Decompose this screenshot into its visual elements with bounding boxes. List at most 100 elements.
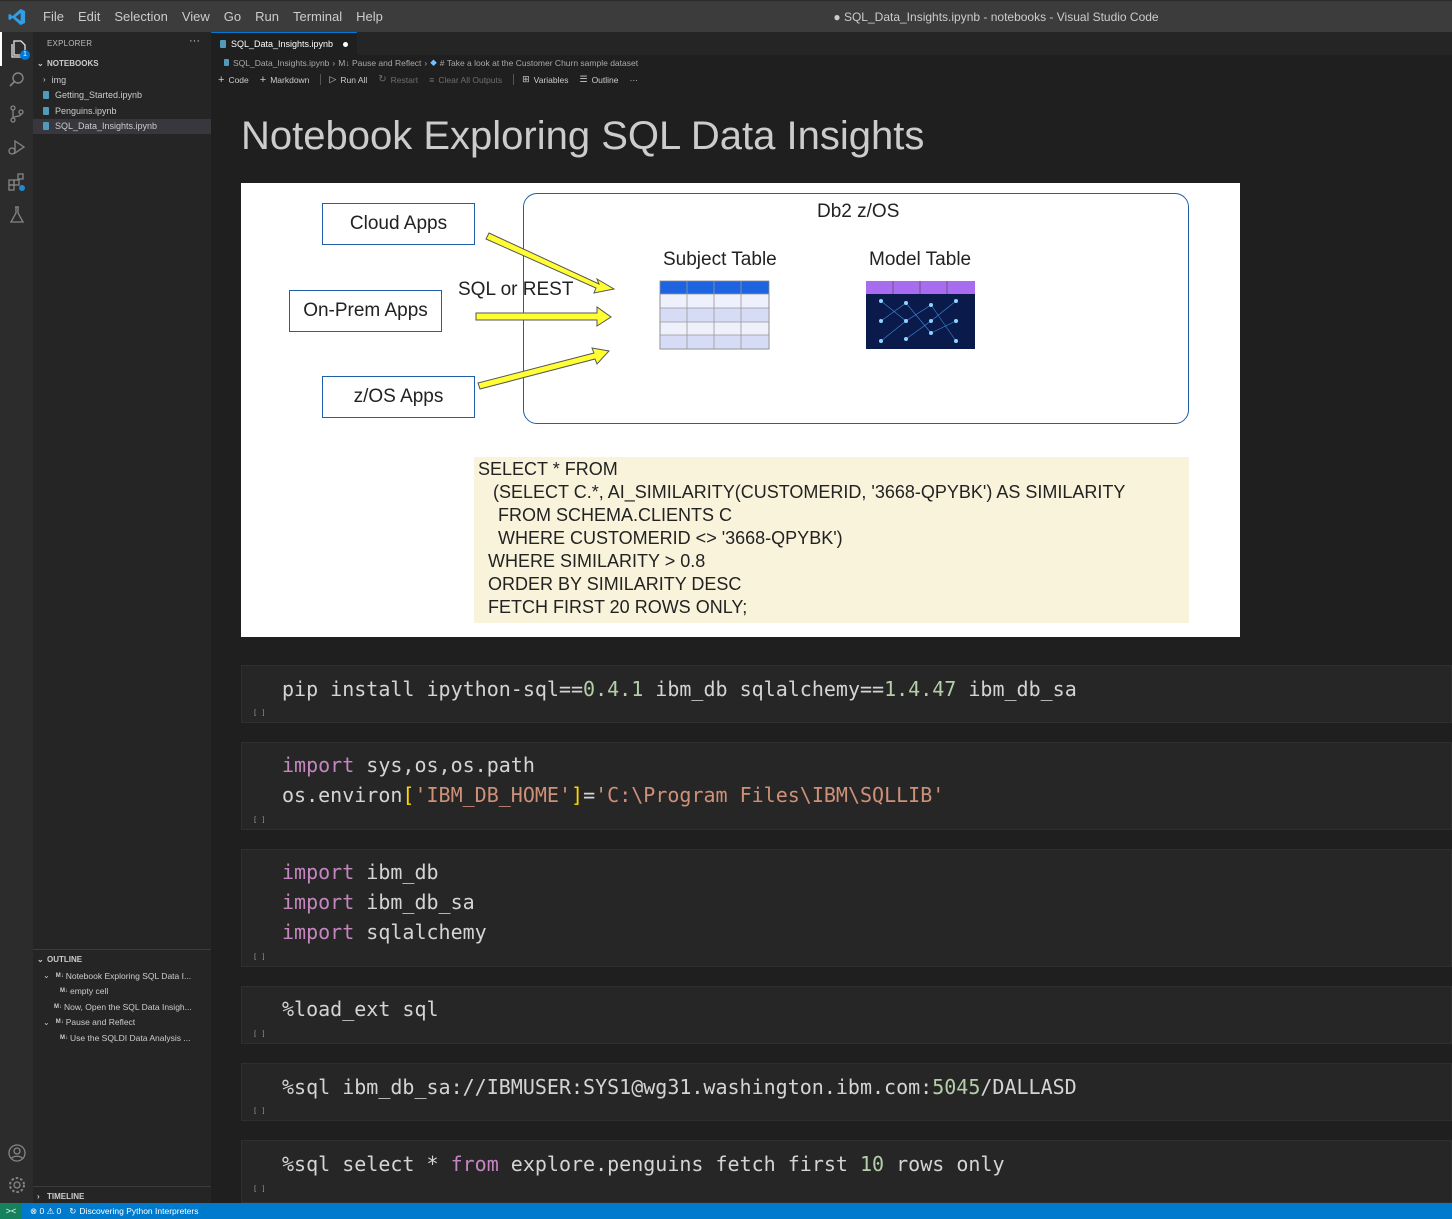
section-title: TIMELINE xyxy=(47,1191,85,1201)
clear-all-icon: ≡ xyxy=(429,74,435,85)
sql-line: SELECT * FROM xyxy=(478,459,618,479)
button-label: Restart xyxy=(390,74,419,85)
code-token: ibm_db sqlalchemy== xyxy=(643,677,885,701)
add-markdown-cell-button[interactable]: + Markdown xyxy=(260,74,310,86)
markdown-icon: M↓ xyxy=(60,1034,68,1041)
extensions-icon[interactable] xyxy=(0,165,33,199)
outline-section-header[interactable]: ⌄ OUTLINE xyxy=(33,950,211,968)
cell-source[interactable]: %sql select * from explore.penguins fetc… xyxy=(282,1149,1005,1179)
breadcrumb-item[interactable]: M↓ Pause and Reflect xyxy=(338,58,421,68)
cell-source[interactable]: import ibm_db import ibm_db_sa import sqla… xyxy=(282,857,487,947)
code-token: ibm_db_sa xyxy=(956,677,1077,701)
button-label: Variables xyxy=(533,74,569,85)
arrow-icon xyxy=(475,232,616,390)
outline-button[interactable]: ☰ Outline xyxy=(579,74,618,85)
notebook-toolbar: + Code + Markdown ▷ Run All ↻ Restart ≡ Clear… xyxy=(211,70,1452,89)
more-actions-icon[interactable]: ··· xyxy=(630,75,639,85)
sync-icon: ↻ xyxy=(69,1205,77,1216)
notebook-file-icon xyxy=(43,106,49,115)
outline-item-label: Use the SQLDI Data Analysis ... xyxy=(70,1032,191,1043)
markdown-icon: M↓ xyxy=(54,1003,62,1010)
code-token: pip install ipython-sql== xyxy=(282,677,584,701)
code-token: 5045 xyxy=(932,1075,981,1099)
cell-source[interactable]: %sql ibm_db_sa://IBMUSER:SYS1@wg31.washi… xyxy=(282,1072,1077,1102)
explorer-badge: 1 xyxy=(20,50,30,60)
chevron-right-icon: › xyxy=(37,1191,40,1201)
markdown-icon: M↓ xyxy=(60,988,68,995)
activity-bar: 1 xyxy=(0,32,33,1203)
run-debug-icon[interactable] xyxy=(0,130,33,164)
cell-source[interactable]: %load_ext sql xyxy=(282,994,439,1024)
code-line: %sql ibm_db_sa://IBMUSER:SYS1@wg31.washi… xyxy=(282,1072,1077,1102)
code-token: rows only xyxy=(884,1152,1005,1176)
outline-item[interactable]: ⌄ M↓ Pause and Reflect xyxy=(33,1015,211,1031)
code-line: os.environ['IBM_DB_HOME']='C:\Program Fi… xyxy=(282,780,944,810)
code-token: import xyxy=(282,920,355,944)
remote-indicator-icon[interactable]: >< xyxy=(0,1203,22,1219)
cell-source[interactable]: import sys,os,os.path os.environ['IBM_DB_… xyxy=(282,750,944,810)
button-label: Code xyxy=(228,74,249,85)
notebook-file-icon xyxy=(43,122,49,131)
code-cell[interactable]: pip install ipython-sql==0.4.1 ibm_db sq… xyxy=(241,665,1452,723)
code-token: import xyxy=(282,890,355,914)
architecture-diagram: Cloud Apps On-Prem Apps z/OS Apps Db2 z/… xyxy=(241,183,1240,637)
outline-item[interactable]: M↓ Use the SQLDI Data Analysis ... xyxy=(33,1030,211,1046)
tree-file-penguins[interactable]: Penguins.ipynb xyxy=(33,103,211,119)
outline-item[interactable]: ⌄ M↓ Notebook Exploring SQL Data I... xyxy=(33,968,211,984)
code-token: sqlalchemy xyxy=(354,920,487,944)
code-token: import xyxy=(282,860,355,884)
code-cell[interactable]: %sql select * from explore.penguins fetc… xyxy=(241,1140,1452,1203)
page-title: Notebook Exploring SQL Data Insights xyxy=(241,114,925,158)
code-cell[interactable]: %load_ext sql [ ] xyxy=(241,986,1452,1044)
outline-item-label: Now, Open the SQL Data Insigh... xyxy=(64,1001,192,1012)
run-all-button[interactable]: ▷ Run All xyxy=(329,74,367,85)
code-token: %load_ext sql xyxy=(282,997,439,1021)
unsaved-dot-icon[interactable] xyxy=(343,41,349,47)
settings-gear-icon[interactable] xyxy=(0,1168,33,1202)
tree-folder-img[interactable]: › img xyxy=(33,72,211,88)
execution-count: [ ] xyxy=(253,1107,266,1115)
more-actions-icon[interactable]: ··· xyxy=(189,35,200,47)
problems-indicator[interactable]: ⊗ 0 ⚠ 0 xyxy=(30,1206,61,1217)
plus-icon: + xyxy=(218,73,225,86)
outline-item-label: empty cell xyxy=(70,986,109,997)
source-control-icon[interactable] xyxy=(0,97,33,131)
outline-item[interactable]: M↓ Now, Open the SQL Data Insigh... xyxy=(33,999,211,1015)
markdown-icon: M↓ xyxy=(55,1019,64,1026)
notebooks-section-header[interactable]: ⌄ NOTEBOOKS xyxy=(33,54,211,72)
code-token: ibm_db xyxy=(354,860,439,884)
tree-file-getting-started[interactable]: Getting_Started.ipynb xyxy=(33,88,211,104)
code-cell[interactable]: import ibm_db import ibm_db_sa import sqla… xyxy=(241,849,1452,967)
breadcrumb-item[interactable]: SQL_Data_Insights.ipynb xyxy=(233,58,329,68)
account-icon[interactable] xyxy=(0,1136,33,1170)
breadcrumb-item[interactable]: # Take a look at the Customer Churn samp… xyxy=(440,58,638,68)
background-task-status[interactable]: ↻ Discovering Python Interpreters xyxy=(69,1206,198,1217)
testing-icon[interactable] xyxy=(0,198,33,232)
files-icon[interactable]: 1 xyxy=(0,32,33,66)
sql-example-box: SELECT * FROM (SELECT C.*, AI_SIMILARITY… xyxy=(474,457,1189,623)
cell-source[interactable]: pip install ipython-sql==0.4.1 ibm_db sq… xyxy=(282,674,1077,704)
tree-file-sql-data-insights[interactable]: SQL_Data_Insights.ipynb xyxy=(33,118,211,134)
code-line: pip install ipython-sql==0.4.1 ibm_db sq… xyxy=(282,674,1077,704)
chevron-right-icon: › xyxy=(424,57,428,68)
sql-line: FROM SCHEMA.CLIENTS C xyxy=(478,505,733,525)
section-title: OUTLINE xyxy=(47,954,83,964)
restart-button[interactable]: ↻ Restart xyxy=(378,74,418,85)
code-cell[interactable]: %sql ibm_db_sa://IBMUSER:SYS1@wg31.washi… xyxy=(241,1063,1452,1121)
title-bar: File Edit Selection View Go Run Terminal… xyxy=(0,0,1452,32)
sidebar-title: EXPLORER xyxy=(47,38,93,48)
code-cell[interactable]: import sys,os,os.path os.environ['IBM_DB_… xyxy=(241,742,1452,830)
list-icon: ☰ xyxy=(579,74,588,84)
tab-sql-data-insights[interactable]: SQL_Data_Insights.ipynb xyxy=(211,32,358,55)
code-line: import ibm_db_sa xyxy=(282,887,487,917)
add-code-cell-button[interactable]: + Code xyxy=(218,74,249,86)
code-token: os.environ xyxy=(282,783,403,807)
outline-item[interactable]: M↓ empty cell xyxy=(33,984,211,1000)
sql-line: (SELECT C.*, AI_SIMILARITY(CUSTOMERID, '… xyxy=(478,482,1126,502)
tree-item-label: SQL_Data_Insights.ipynb xyxy=(55,121,158,132)
search-icon[interactable] xyxy=(0,63,33,97)
code-token: /DALLASD xyxy=(980,1075,1077,1099)
variables-button[interactable]: ⊞ Variables xyxy=(522,74,568,85)
toolbar-divider xyxy=(513,74,515,85)
clear-all-outputs-button[interactable]: ≡ Clear All Outputs xyxy=(429,75,502,85)
